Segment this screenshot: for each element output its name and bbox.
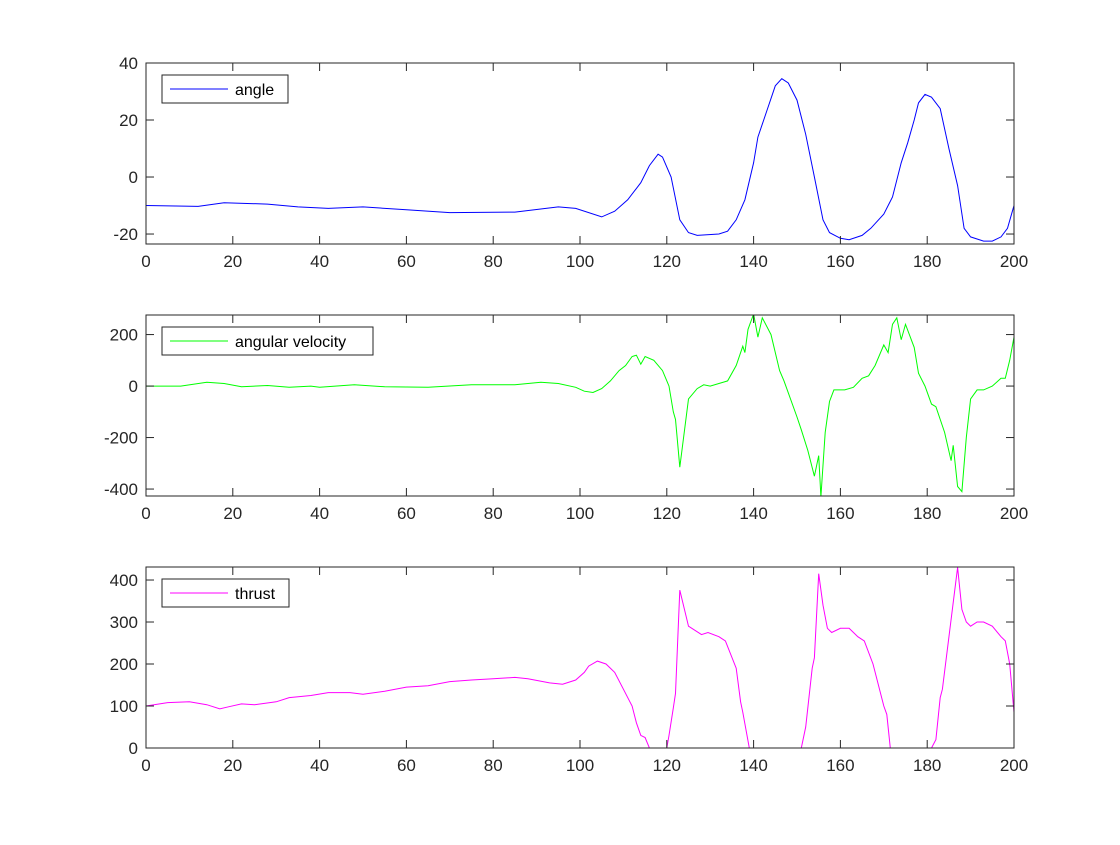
x-tick-label: 20 — [223, 756, 242, 775]
plots: 0 20 40 60 80 100 120 140 160 180 200-20020400 20 40… — [104, 54, 1028, 775]
y-tick-label: 40 — [119, 54, 138, 73]
x-tick-label: 100 — [566, 252, 594, 271]
legend-text-angular-velocity: angular velocity — [235, 334, 346, 351]
y-tick-label: -200 — [104, 429, 138, 448]
x-tick-label: 40 — [310, 504, 329, 523]
x-tick-label: 0 — [141, 252, 150, 271]
x-tick-label: 120 — [653, 252, 681, 271]
x-tick-label: 20 — [223, 252, 242, 271]
x-tick-label: 160 — [826, 504, 854, 523]
x-tick-label: 200 — [1000, 756, 1028, 775]
figure: 0 20 40 60 80 100 120 140 160 180 200-20020400 20 40… — [104, 54, 1028, 775]
legend-layer: angle angular velocity thrust — [161, 74, 374, 608]
x-tick-label: 60 — [397, 252, 416, 271]
y-tick-label: 100 — [110, 697, 138, 716]
y-tick-label: 300 — [110, 613, 138, 632]
x-tick-label: 40 — [310, 252, 329, 271]
x-tick-label: 160 — [826, 252, 854, 271]
y-tick-label: 0 — [129, 739, 138, 758]
x-tick-label: 60 — [397, 504, 416, 523]
y-tick-label: 200 — [110, 655, 138, 674]
x-tick-label: 0 — [141, 756, 150, 775]
x-tick-label: 80 — [484, 252, 503, 271]
x-tick-label: 0 — [141, 504, 150, 523]
y-tick-label: 20 — [119, 111, 138, 130]
x-tick-label: 140 — [739, 504, 767, 523]
y-tick-label: -20 — [113, 225, 138, 244]
x-tick-label: 120 — [653, 504, 681, 523]
x-tick-label: 180 — [913, 252, 941, 271]
x-tick-label: 160 — [826, 756, 854, 775]
x-tick-label: 180 — [913, 504, 941, 523]
y-tick-label: 0 — [129, 168, 138, 187]
x-tick-label: 200 — [1000, 504, 1028, 523]
legend-text-thrust: thrust — [235, 586, 276, 603]
y-tick-label: 200 — [110, 326, 138, 345]
x-tick-label: 40 — [310, 756, 329, 775]
x-tick-label: 20 — [223, 504, 242, 523]
x-tick-label: 60 — [397, 756, 416, 775]
x-tick-label: 120 — [653, 756, 681, 775]
x-tick-label: 180 — [913, 756, 941, 775]
x-tick-label: 100 — [566, 504, 594, 523]
y-tick-label: 400 — [110, 571, 138, 590]
legend-text-angle: angle — [235, 82, 274, 99]
x-tick-label: 80 — [484, 504, 503, 523]
x-tick-label: 140 — [739, 252, 767, 271]
y-tick-label: 0 — [129, 377, 138, 396]
y-tick-label: -400 — [104, 480, 138, 499]
x-tick-label: 100 — [566, 756, 594, 775]
x-tick-label: 80 — [484, 756, 503, 775]
x-tick-label: 200 — [1000, 252, 1028, 271]
x-tick-label: 140 — [739, 756, 767, 775]
